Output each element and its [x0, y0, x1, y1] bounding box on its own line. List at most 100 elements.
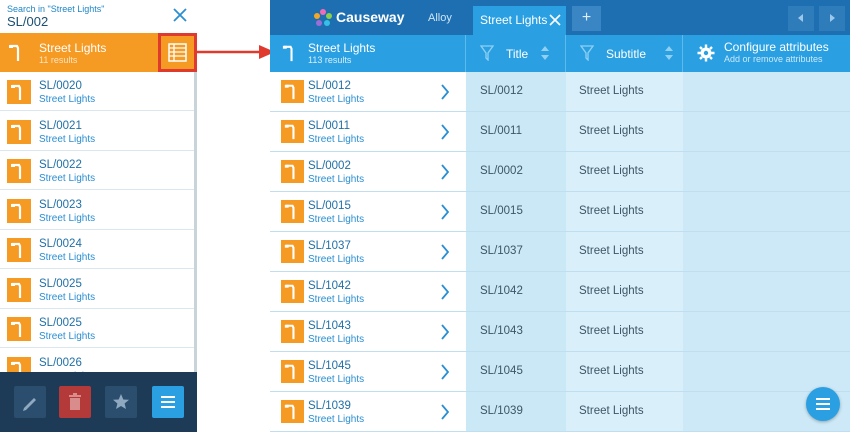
list-item[interactable]: SL/0023 Street Lights — [0, 190, 197, 230]
scrollbar[interactable] — [194, 72, 197, 372]
title-cell[interactable]: SL/1045 — [466, 352, 566, 391]
list-item[interactable]: SL/0025 Street Lights — [0, 309, 197, 348]
table-row[interactable]: SL/1042 Street Lights SL/1042 Street Lights — [270, 272, 850, 312]
chevron-right-icon[interactable] — [440, 324, 450, 340]
item-type: Street Lights — [39, 94, 96, 105]
sort-icon[interactable] — [540, 44, 550, 62]
title-cell[interactable]: SL/0011 — [466, 112, 566, 151]
chevron-right-icon[interactable] — [440, 244, 450, 260]
table-view-icon — [168, 43, 187, 62]
app-topbar: Causeway Alloy Street Lights + — [270, 0, 850, 35]
title-cell[interactable]: SL/1037 — [466, 232, 566, 271]
configure-sublabel: Add or remove attributes — [724, 54, 823, 64]
table-row[interactable]: SL/1037 Street Lights SL/1037 Street Lights — [270, 232, 850, 272]
table-row[interactable]: SL/1045 Street Lights SL/1045 Street Lights — [270, 352, 850, 392]
chevron-right-icon[interactable] — [440, 204, 450, 220]
list-item[interactable]: SL/0020 Street Lights — [0, 72, 197, 111]
title-value: SL/0011 — [480, 125, 522, 137]
tab-prev-button[interactable] — [788, 6, 814, 31]
title-cell[interactable]: SL/0012 — [466, 72, 566, 111]
row-main-cell[interactable]: SL/0002 Street Lights — [270, 152, 466, 191]
item-type: Street Lights — [39, 291, 96, 303]
edit-button[interactable] — [14, 386, 46, 418]
row-main-cell[interactable]: SL/1042 Street Lights — [270, 272, 466, 311]
chevron-right-icon[interactable] — [440, 404, 450, 420]
chevron-right-icon[interactable] — [440, 364, 450, 380]
menu-button[interactable] — [806, 387, 840, 421]
row-code: SL/0011 — [308, 120, 350, 132]
row-main-cell[interactable]: SL/1043 Street Lights — [270, 312, 466, 351]
column-header-title[interactable]: Title — [466, 35, 566, 72]
table-row[interactable]: SL/0012 Street Lights SL/0012 Street Lights — [270, 72, 850, 112]
subtitle-cell[interactable]: Street Lights — [566, 352, 683, 391]
table-row[interactable]: SL/1043 Street Lights SL/1043 Street Lights — [270, 312, 850, 352]
chevron-right-icon[interactable] — [440, 124, 450, 140]
list-item[interactable]: SL/0024 Street Lights — [0, 230, 197, 269]
empty-cell — [683, 152, 850, 191]
subtitle-value: Street Lights — [579, 165, 644, 177]
title-cell[interactable]: SL/1039 — [466, 392, 566, 431]
subtitle-cell[interactable]: Street Lights — [566, 392, 683, 431]
subtitle-cell[interactable]: Street Lights — [566, 72, 683, 111]
chevron-right-icon[interactable] — [440, 84, 450, 100]
add-tab-button[interactable]: + — [572, 6, 601, 31]
table-view-button[interactable] — [158, 33, 197, 72]
chevron-right-icon[interactable] — [440, 284, 450, 300]
subtitle-cell[interactable]: Street Lights — [566, 152, 683, 191]
menu-button[interactable] — [152, 386, 184, 418]
sort-icon[interactable] — [664, 44, 674, 62]
subtitle-cell[interactable]: Street Lights — [566, 272, 683, 311]
tab-next-button[interactable] — [819, 6, 845, 31]
title-cell[interactable]: SL/0015 — [466, 192, 566, 231]
street-light-icon — [7, 80, 31, 104]
search-input[interactable]: SL/002 — [7, 14, 48, 29]
subtitle-cell[interactable]: Street Lights — [566, 192, 683, 231]
row-main-cell[interactable]: SL/0015 Street Lights — [270, 192, 466, 231]
star-icon — [113, 394, 129, 409]
app-brand-sub: Alloy — [428, 12, 452, 24]
item-type: Street Lights — [39, 252, 96, 263]
street-light-icon — [281, 280, 304, 303]
table-row[interactable]: SL/0002 Street Lights SL/0002 Street Lights — [270, 152, 850, 192]
subtitle-value: Street Lights — [579, 125, 644, 137]
item-type: Street Lights — [39, 133, 96, 145]
list-item[interactable]: SL/0026Street Lights — [0, 348, 197, 372]
table-row[interactable]: SL/0011 Street Lights SL/0011 Street Lights — [270, 112, 850, 152]
row-code: SL/0015 — [308, 200, 351, 212]
street-light-icon — [7, 238, 31, 262]
list-item[interactable]: SL/0021 Street Lights — [0, 111, 197, 151]
chevron-right-icon[interactable] — [440, 164, 450, 180]
delete-button[interactable] — [59, 386, 91, 418]
subtitle-value: Street Lights — [579, 325, 644, 337]
row-main-cell[interactable]: SL/1045 Street Lights — [270, 352, 466, 391]
menu-icon — [816, 398, 830, 410]
item-code: SL/0024 — [39, 238, 82, 250]
close-icon[interactable] — [549, 14, 561, 26]
subtitle-cell[interactable]: Street Lights — [566, 232, 683, 271]
configure-attributes-button[interactable]: Configure attributes Add or remove attri… — [683, 35, 850, 72]
item-code: SL/0025 — [39, 317, 82, 329]
title-cell[interactable]: SL/1043 — [466, 312, 566, 351]
row-main-cell[interactable]: SL/1037 Street Lights — [270, 232, 466, 271]
list-item[interactable]: SL/0022 Street Lights — [0, 151, 197, 190]
column-header-subtitle[interactable]: Subtitle — [566, 35, 683, 72]
list-item[interactable]: SL/0025 Street Lights — [0, 269, 197, 309]
favourite-button[interactable] — [105, 386, 137, 418]
trash-icon — [69, 393, 81, 410]
tab-street-lights[interactable]: Street Lights — [473, 6, 566, 35]
row-main-cell[interactable]: SL/0012 Street Lights — [270, 72, 466, 111]
close-icon[interactable] — [172, 7, 188, 23]
subtitle-cell[interactable]: Street Lights — [566, 112, 683, 151]
table-row[interactable]: SL/0015 Street Lights SL/0015 Street Lights — [270, 192, 850, 232]
title-cell[interactable]: SL/1042 — [466, 272, 566, 311]
title-cell[interactable]: SL/0002 — [466, 152, 566, 191]
street-light-icon — [9, 44, 20, 61]
row-main-cell[interactable]: SL/0011 Street Lights — [270, 112, 466, 151]
table-row[interactable]: SL/1039 Street Lights SL/1039 Street Lights — [270, 392, 850, 432]
row-type: Street Lights — [308, 414, 365, 425]
row-main-cell[interactable]: SL/1039 Street Lights — [270, 392, 466, 431]
filter-icon[interactable] — [580, 45, 594, 61]
subtitle-cell[interactable]: Street Lights — [566, 312, 683, 351]
grid-header-row: Street Lights 113 results Title Subtitle — [270, 35, 850, 72]
filter-icon[interactable] — [480, 45, 494, 61]
